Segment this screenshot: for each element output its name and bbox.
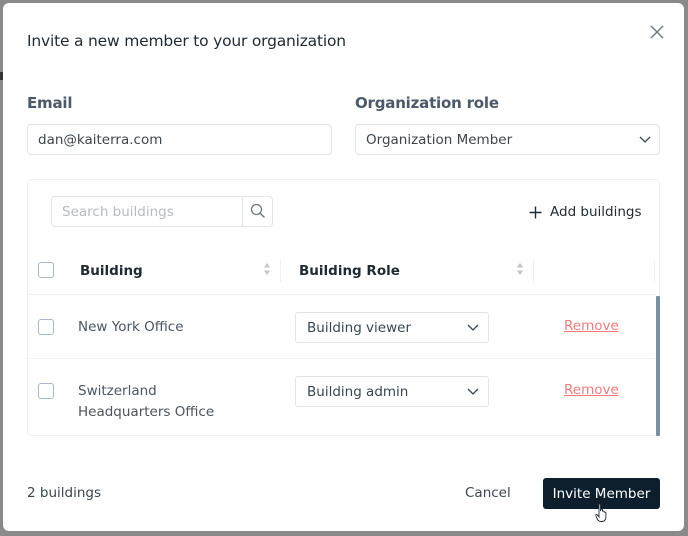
organization-role-select[interactable]: Organization Member [355,124,660,155]
cancel-button[interactable]: Cancel [465,485,511,501]
select-all-checkbox[interactable] [38,262,54,278]
column-header-building: Building [80,263,143,279]
sort-icon[interactable] [263,262,271,276]
close-button[interactable] [647,22,667,42]
column-divider [280,260,281,282]
email-field[interactable] [27,124,332,155]
building-role-select[interactable]: Building admin [295,376,489,407]
add-buildings-label: Add buildings [550,204,642,220]
column-divider [654,260,655,282]
chevron-down-icon [467,324,479,331]
table-header: Building Building Role [28,248,656,295]
email-label: Email [27,94,73,112]
search-buildings-input[interactable] [52,197,242,226]
search-icon [250,203,265,218]
invite-member-modal: Invite a new member to your organization… [3,3,684,531]
sort-icon[interactable] [516,262,524,276]
row-checkbox[interactable] [38,383,54,399]
remove-link[interactable]: Remove [564,382,619,398]
remove-link[interactable]: Remove [564,318,619,334]
table-scrollbar[interactable] [656,296,660,436]
modal-title: Invite a new member to your organization [27,32,346,50]
building-role-select[interactable]: Building viewer [295,312,489,343]
search-button[interactable] [242,197,272,226]
add-buildings-button[interactable]: Add buildings [529,202,642,222]
hand-cursor-icon [595,503,607,522]
chevron-down-icon [467,388,479,395]
search-buildings-box [51,196,273,227]
building-role-value: Building viewer [307,320,411,336]
building-name: Switzerland Headquarters Office [78,383,215,420]
buildings-count: 2 buildings [27,485,101,501]
close-icon [650,25,664,39]
organization-role-label: Organization role [355,94,499,112]
row-checkbox[interactable] [38,319,54,335]
organization-role-value: Organization Member [366,132,513,148]
column-header-building-role: Building Role [299,263,400,279]
plus-icon [529,206,542,218]
table-row: Switzerland Headquarters Office Building… [28,360,656,436]
column-divider [533,260,534,282]
building-name: New York Office [78,319,184,335]
buildings-panel: Add buildings Building Building Role New… [27,179,660,436]
table-row: New York Office Building viewer Remove [28,296,656,359]
chevron-down-icon [639,136,651,143]
building-role-value: Building admin [307,384,409,400]
